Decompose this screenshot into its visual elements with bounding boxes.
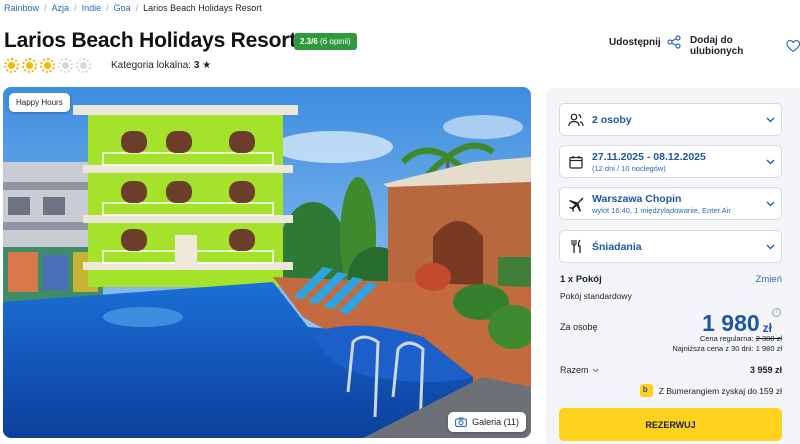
- sun-icon: [40, 58, 55, 73]
- chevron-down-icon: [592, 368, 598, 372]
- breadcrumb-separator: /: [135, 3, 139, 13]
- gallery-button[interactable]: Galeria (11): [448, 412, 526, 432]
- change-room-link[interactable]: Zmień: [756, 274, 782, 285]
- rating-score: 2.3/6: [300, 37, 318, 46]
- chevron-down-icon: [766, 159, 774, 164]
- page: Rainbow / Azja / Indie / Goa / Larios Be…: [0, 0, 800, 444]
- hotel-photo[interactable]: Happy Hours Galeria (11): [3, 87, 531, 438]
- breadcrumb-azja[interactable]: Azja: [52, 3, 70, 13]
- plane-icon: [569, 197, 584, 212]
- bumerang-offer: b Z Bumerangiem zyskaj do 159 zł: [639, 384, 782, 397]
- price-currency: zł: [762, 321, 772, 335]
- hotel-photo-image: [3, 87, 531, 438]
- gallery-label: Galeria (11): [472, 417, 519, 427]
- chevron-down-icon: [766, 201, 774, 206]
- local-category: Kategoria lokalna: 3 ★: [111, 60, 211, 71]
- board-select[interactable]: Śniadania: [559, 230, 782, 263]
- dates-value: 27.11.2025 - 08.12.2025: [592, 150, 706, 163]
- share-icon: [667, 35, 681, 49]
- board-value: Śniadania: [592, 240, 642, 253]
- guests-value: 2 osoby: [592, 113, 632, 126]
- guests-select[interactable]: 2 osoby: [559, 103, 782, 136]
- breadcrumb-indie[interactable]: Indie: [82, 3, 102, 13]
- favorite-button[interactable]: Dodaj do ulubionych: [690, 35, 800, 57]
- rating-badge[interactable]: 2.3/6 (6 opinii): [294, 33, 357, 50]
- breadcrumb-rainbow[interactable]: Rainbow: [4, 3, 39, 13]
- reserve-button[interactable]: REZERWUJ: [559, 408, 782, 441]
- booking-panel: 2 osoby 27.11.2025 - 08.12.2025 (12 dni …: [546, 88, 800, 444]
- lowest-price-30-days: Najniższa cena z 30 dni: 1 980 zł: [672, 344, 782, 353]
- departure-details: wylot 16:40, 1 międzylądowanie, Enter Ai…: [592, 205, 731, 215]
- heart-icon: [785, 39, 800, 53]
- breadcrumb-separator: /: [74, 3, 77, 13]
- price-value: 1 980: [702, 310, 760, 336]
- total-label: Razem: [560, 365, 589, 375]
- sun-icon: [4, 58, 19, 73]
- cutlery-icon: [571, 239, 581, 253]
- breadcrumb: Rainbow / Azja / Indie / Goa / Larios Be…: [4, 3, 262, 13]
- share-button[interactable]: Udostępnij: [609, 35, 681, 49]
- per-person-label: Za osobę: [560, 322, 598, 332]
- dates-select[interactable]: 27.11.2025 - 08.12.2025 (12 dni / 10 noc…: [559, 145, 782, 178]
- star-icon: ★: [202, 60, 212, 71]
- departure-select[interactable]: Warszawa Chopin wylot 16:40, 1 międzyląd…: [559, 187, 782, 220]
- price-per-person: 1 980 zł: [702, 310, 772, 337]
- page-title: Larios Beach Holidays Resort: [4, 29, 296, 52]
- happy-hours-badge: Happy Hours: [9, 93, 70, 112]
- camera-icon: [455, 417, 468, 427]
- room-row: 1 x Pokój Zmień: [560, 274, 782, 285]
- breadcrumb-goa[interactable]: Goa: [114, 3, 131, 13]
- total-toggle[interactable]: Razem: [560, 365, 599, 375]
- regular-price: Cena regularna: 2 380 zł: [700, 334, 782, 343]
- total-value: 3 959 zł: [749, 365, 782, 375]
- local-category-label: Kategoria lokalna:: [111, 60, 192, 71]
- chevron-down-icon: [766, 117, 774, 122]
- rooms-count: 1 x Pokój: [560, 274, 602, 285]
- breadcrumb-separator: /: [44, 3, 47, 13]
- calendar-icon: [569, 155, 583, 169]
- chevron-down-icon: [766, 244, 774, 249]
- bumerang-icon: b: [639, 384, 653, 397]
- regular-price-label: Cena regularna:: [699, 334, 754, 343]
- people-icon: [568, 113, 584, 126]
- breadcrumb-separator: /: [106, 3, 109, 13]
- share-label: Udostępnij: [609, 36, 661, 48]
- room-type: Pokój standardowy: [560, 291, 632, 301]
- total-row: Razem 3 959 zł: [560, 365, 782, 375]
- sun-rating: [4, 58, 91, 73]
- breadcrumb-current: Larios Beach Holidays Resort: [143, 3, 262, 13]
- dates-duration: (12 dni / 10 noclegów): [592, 163, 666, 173]
- sun-icon: [22, 58, 37, 73]
- sun-empty-icon: [58, 58, 73, 73]
- local-category-value: 3: [193, 60, 200, 71]
- regular-price-value: 2 380 zł: [755, 334, 782, 343]
- rating-count: (6 opinii): [320, 37, 351, 46]
- info-icon[interactable]: i: [772, 308, 781, 317]
- departure-value: Warszawa Chopin: [592, 192, 682, 205]
- sun-empty-icon: [76, 58, 91, 73]
- bumerang-text: Z Bumerangiem zyskaj do 159 zł: [658, 385, 782, 396]
- favorite-label: Dodaj do ulubionych: [690, 35, 744, 57]
